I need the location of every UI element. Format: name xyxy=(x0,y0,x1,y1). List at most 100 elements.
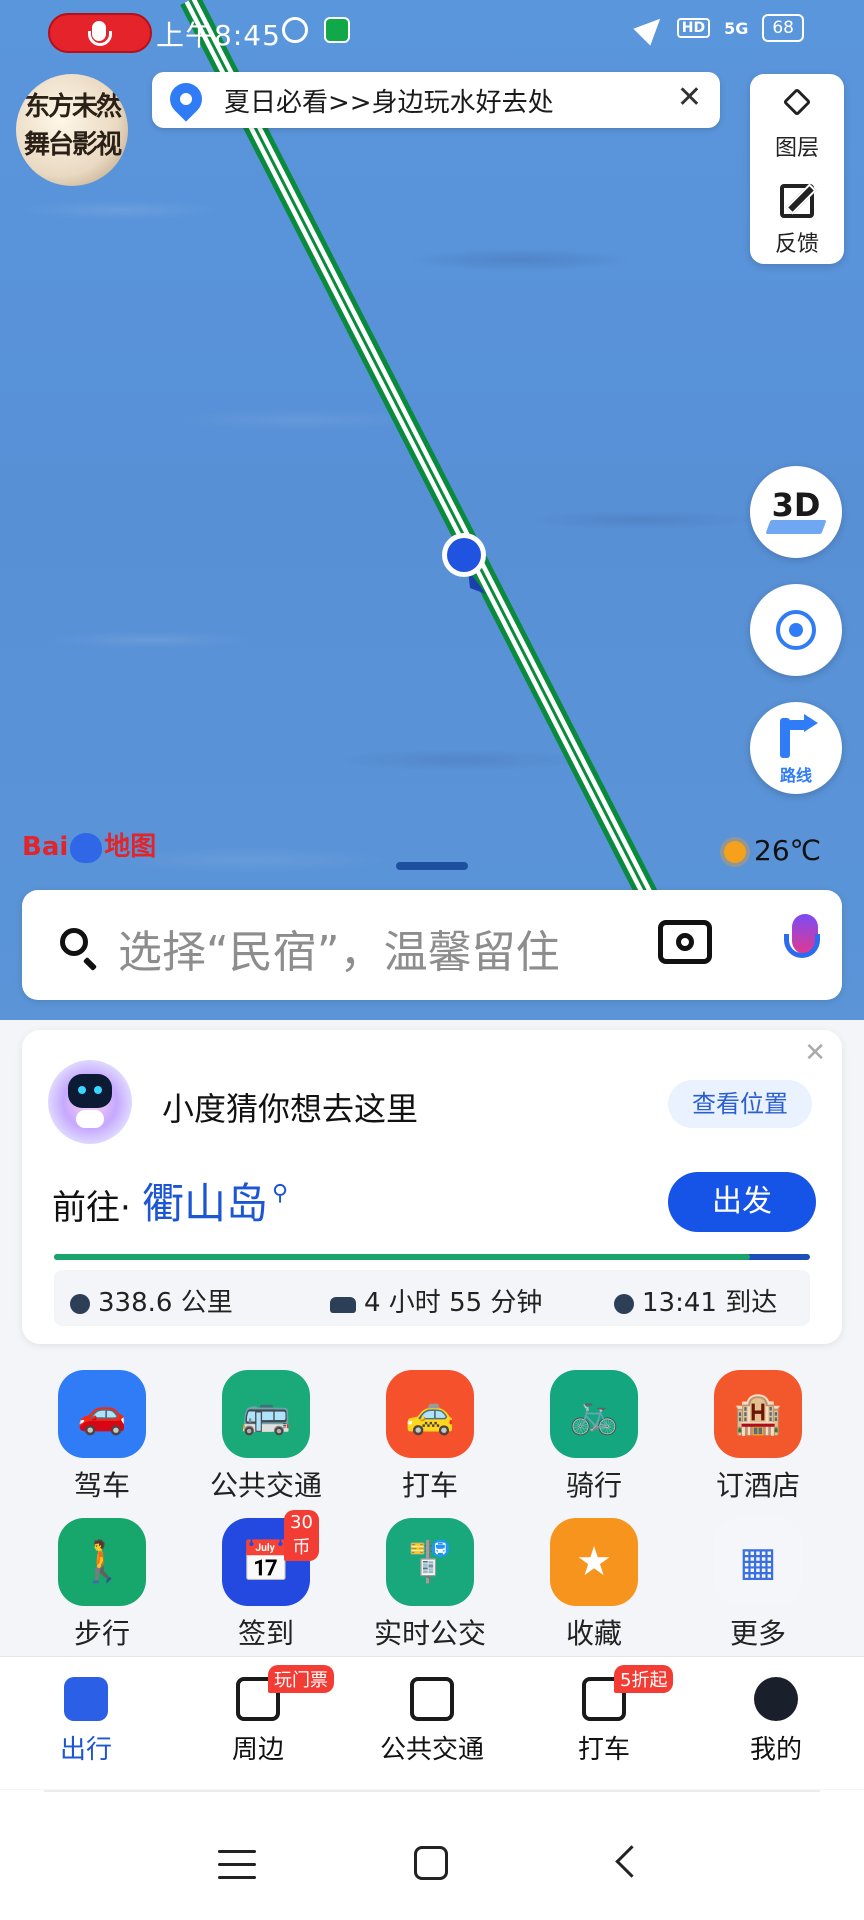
grid-item-realtime-bus[interactable]: 🚏 实时公交 xyxy=(360,1518,500,1652)
arrival-stat: 13:41 到达 xyxy=(614,1282,777,1319)
suggestion-title: 小度猜你想去这里 xyxy=(162,1090,419,1128)
bottom-tab-bar: 出行 周边 玩门票公共交通 打车 5折起我的 xyxy=(0,1656,864,1789)
drag-handle[interactable] xyxy=(396,862,468,870)
grid-item-walk[interactable]: 🚶 步行 xyxy=(32,1518,172,1652)
feedback-button[interactable]: 反馈 xyxy=(750,170,844,260)
depart-button[interactable]: 出发 xyxy=(668,1172,816,1232)
grid-item-more[interactable]: ▦ 更多 xyxy=(688,1518,828,1652)
tab-label: 打车 xyxy=(577,1735,630,1765)
tab-label: 公共交通 xyxy=(379,1735,484,1765)
promo-badge: 玩门票 xyxy=(268,1665,334,1693)
search-icon: ⚲ xyxy=(272,1181,289,1206)
avatar-calligraphy: 东方未然 舞台影视 xyxy=(23,92,122,160)
view-location-button[interactable]: 查看位置 xyxy=(668,1080,812,1128)
layers-button[interactable]: 图层 xyxy=(750,74,844,164)
taxi-icon: 🚕 xyxy=(386,1370,474,1458)
promo-badge: 5折起 xyxy=(614,1665,674,1693)
alarm-icon xyxy=(282,17,308,43)
tab-label: 周边 xyxy=(231,1735,284,1765)
tab-label: 出行 xyxy=(59,1735,112,1765)
banner-text: 夏日必看>>身边玩水好去处 xyxy=(224,88,554,118)
walk-icon: 🚶 xyxy=(58,1518,146,1606)
layers-label: 图层 xyxy=(774,136,819,161)
hotel-icon: 🏨 xyxy=(714,1370,802,1458)
tab-travel[interactable]: 出行 xyxy=(16,1677,156,1766)
voice-mic-icon[interactable] xyxy=(784,914,820,958)
grid-item-hotel[interactable]: 🏨 订酒店 xyxy=(688,1370,828,1504)
tab-taxi-tab[interactable]: 打车 5折起 xyxy=(534,1665,674,1766)
profile-icon xyxy=(754,1677,798,1721)
hd-icon: HD xyxy=(676,18,711,38)
tab-label: 我的 xyxy=(749,1735,802,1765)
grid-item-star[interactable]: ★ 收藏 xyxy=(524,1518,664,1652)
grid-item-car[interactable]: 🚗 驾车 xyxy=(32,1370,172,1504)
route-button[interactable]: 路线 xyxy=(750,702,842,794)
tab-nearby[interactable]: 周边 玩门票 xyxy=(188,1665,334,1766)
tab-transit[interactable]: 公共交通 xyxy=(362,1677,502,1766)
promo-banner[interactable]: 夏日必看>>身边玩水好去处 ✕ xyxy=(152,72,720,128)
feedback-label: 反馈 xyxy=(774,232,819,257)
grid-glyph: 🚕 xyxy=(405,1391,455,1437)
grid-item-checkin[interactable]: 📅 30币 签到 xyxy=(196,1510,336,1652)
transit-icon xyxy=(410,1677,454,1721)
home-icon[interactable] xyxy=(414,1846,448,1880)
route-progress-bar xyxy=(54,1254,810,1260)
car-icon xyxy=(330,1297,356,1313)
close-icon[interactable]: ✕ xyxy=(677,80,702,115)
locate-dot xyxy=(789,623,803,637)
3d-toggle-button[interactable]: 3D xyxy=(750,466,842,558)
locate-button[interactable] xyxy=(750,584,842,676)
grid-label: 步行 xyxy=(73,1617,130,1650)
grid-label: 订酒店 xyxy=(715,1469,800,1502)
more-icon: ▦ xyxy=(714,1518,802,1606)
divider xyxy=(44,1790,820,1792)
route-label: 路线 xyxy=(779,766,812,785)
travel-icon xyxy=(64,1677,108,1721)
edit-icon xyxy=(780,184,814,218)
grid-label: 公共交通 xyxy=(209,1469,322,1502)
system-navigation-bar xyxy=(0,1790,864,1920)
security-icon xyxy=(324,17,350,43)
realtime-bus-icon: 🚏 xyxy=(386,1518,474,1606)
grid-glyph: 🚗 xyxy=(77,1391,127,1437)
close-icon[interactable]: ✕ xyxy=(804,1038,826,1068)
search-placeholder[interactable]: 选择“民宿”，温馨留住 xyxy=(118,916,560,980)
distance-stat: 338.6 公里 xyxy=(70,1282,233,1319)
menu-icon[interactable] xyxy=(218,1850,256,1880)
weather-widget[interactable]: 26℃ xyxy=(724,834,821,867)
star-icon: ★ xyxy=(550,1518,638,1606)
coin-badge: 30币 xyxy=(284,1510,319,1561)
goto-label: 前往· xyxy=(52,1188,131,1228)
sun-icon xyxy=(724,841,746,863)
destination-text: 衢山岛 xyxy=(142,1179,269,1228)
back-icon[interactable] xyxy=(615,1845,648,1878)
destination-name[interactable]: 衢山岛 ⚲ xyxy=(142,1170,288,1231)
grid-glyph: ▦ xyxy=(739,1539,777,1585)
logo-text: Bai xyxy=(22,832,69,862)
grid-glyph: 🚏 xyxy=(405,1539,455,1585)
grid-label: 签到 xyxy=(237,1617,294,1650)
camera-icon[interactable] xyxy=(658,920,712,964)
duration-text: 4 小时 55 分钟 xyxy=(364,1288,543,1318)
grid-item-bike[interactable]: 🚲 骑行 xyxy=(524,1370,664,1504)
distance-text: 338.6 公里 xyxy=(98,1288,233,1318)
bus-icon: 🚌 xyxy=(222,1370,310,1458)
grid-label: 实时公交 xyxy=(373,1617,486,1650)
bike-icon: 🚲 xyxy=(550,1370,638,1458)
arrival-text: 13:41 到达 xyxy=(642,1288,778,1318)
grid-glyph: 🚲 xyxy=(569,1391,619,1437)
recording-indicator[interactable] xyxy=(48,13,152,53)
grid-item-taxi[interactable]: 🚕 打车 xyxy=(360,1370,500,1504)
grid-label: 驾车 xyxy=(73,1469,130,1502)
grid-glyph: 🚶 xyxy=(77,1539,127,1585)
search-bar[interactable]: 选择“民宿”，温馨留住 xyxy=(22,890,842,1000)
3d-icon xyxy=(765,520,827,534)
pin-icon xyxy=(70,1294,90,1314)
3d-label: 3D xyxy=(771,486,821,524)
route-stats: 338.6 公里 4 小时 55 分钟 13:41 到达 xyxy=(54,1270,810,1326)
grid-label: 骑行 xyxy=(565,1469,622,1502)
tab-profile[interactable]: 我的 xyxy=(706,1677,846,1766)
grid-item-bus[interactable]: 🚌 公共交通 xyxy=(196,1370,336,1504)
user-avatar[interactable]: 东方未然 舞台影视 xyxy=(16,74,128,186)
search-icon xyxy=(60,928,88,956)
